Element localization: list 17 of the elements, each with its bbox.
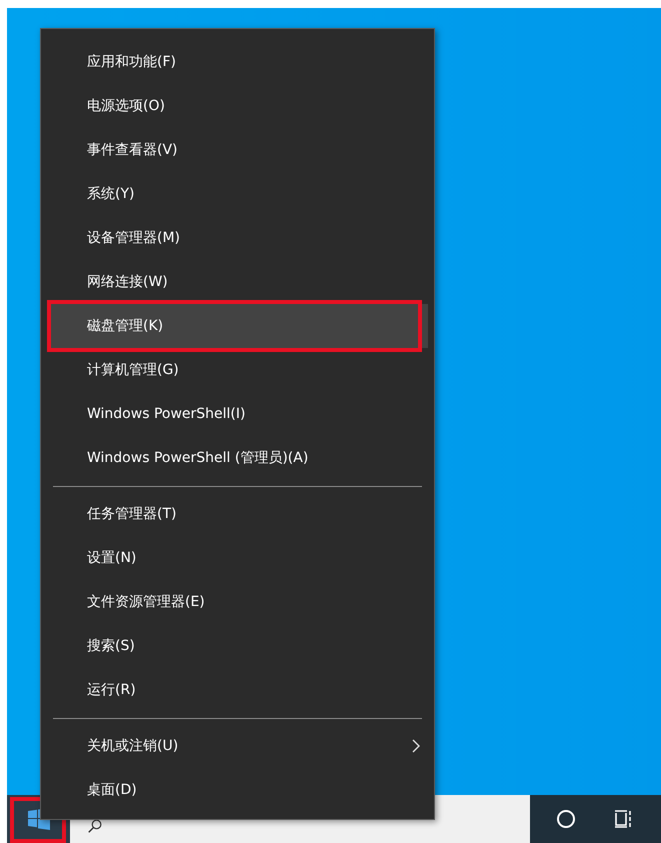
menu-item[interactable]: 应用和功能(F)	[41, 40, 428, 84]
menu-item[interactable]: Windows PowerShell (管理员)(A)	[41, 436, 428, 480]
circle-icon[interactable]	[556, 809, 576, 829]
menu-item[interactable]: 桌面(D)	[41, 768, 428, 812]
menu-item[interactable]: 任务管理器(T)	[41, 492, 428, 536]
menu-item[interactable]: 运行(R)	[41, 668, 428, 712]
menu-item[interactable]: 事件查看器(V)	[41, 128, 428, 172]
menu-item[interactable]: 电源选项(O)	[41, 84, 428, 128]
menu-item[interactable]: 网络连接(W)	[41, 260, 428, 304]
menu-item[interactable]: 设置(N)	[41, 536, 428, 580]
menu-item[interactable]: 计算机管理(G)	[41, 348, 428, 392]
menu-item[interactable]: 文件资源管理器(E)	[41, 580, 428, 624]
menu-item[interactable]: Windows PowerShell(I)	[41, 392, 428, 436]
menu-item[interactable]: 搜索(S)	[41, 624, 428, 668]
menu-item[interactable]: 系统(Y)	[41, 172, 428, 216]
menu-item[interactable]: 设备管理器(M)	[41, 216, 428, 260]
menu-item[interactable]: 关机或注销(U)	[41, 724, 428, 768]
